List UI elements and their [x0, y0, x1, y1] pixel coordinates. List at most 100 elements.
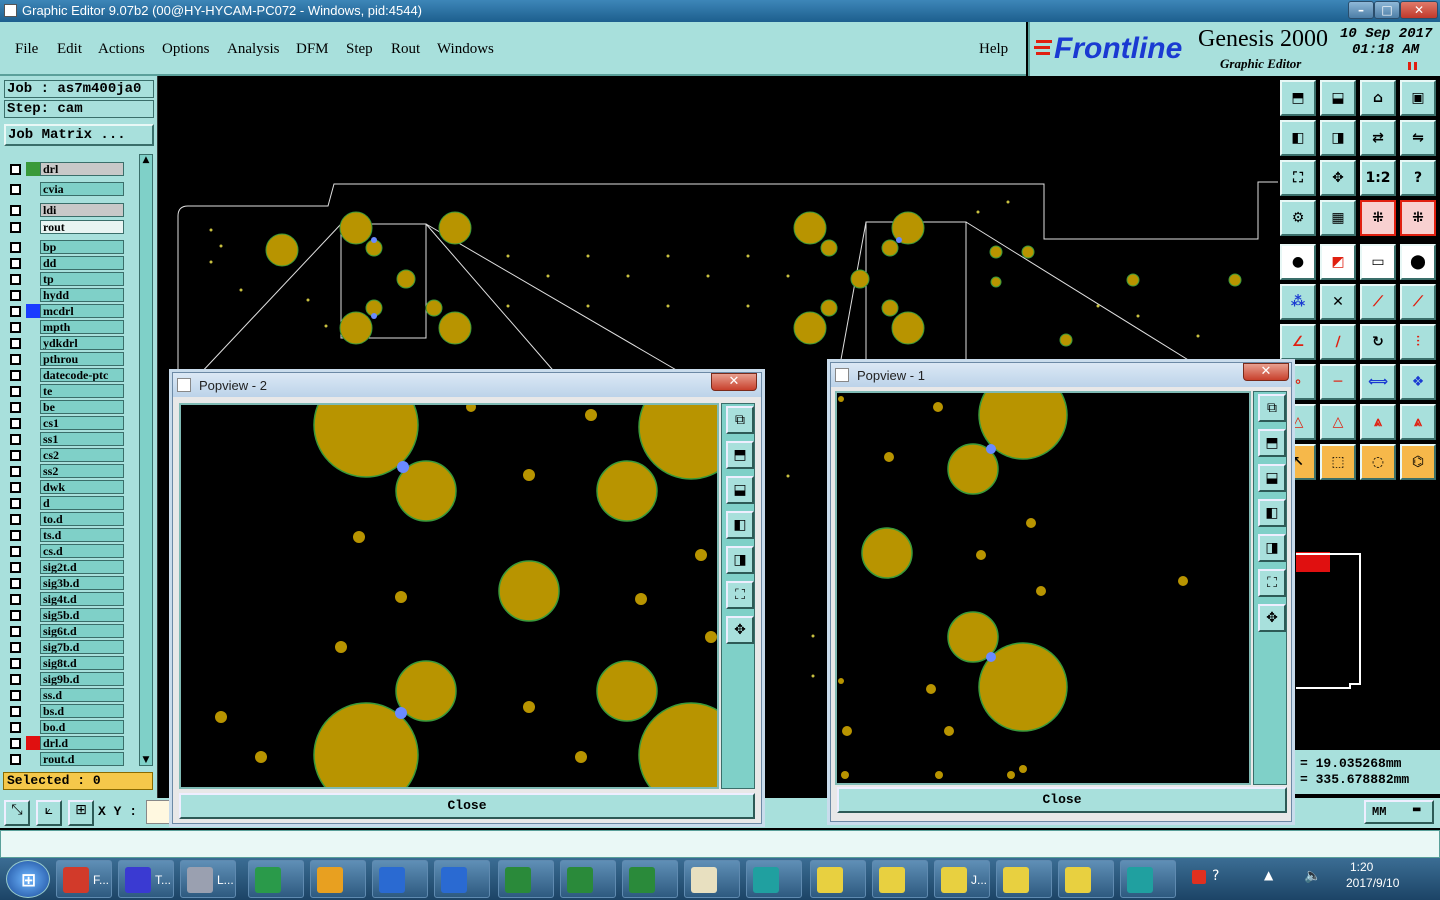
menu-help[interactable]: Help	[979, 41, 1008, 58]
menu-actions[interactable]: Actions	[98, 41, 145, 58]
clock-time[interactable]: 1:20	[1350, 860, 1373, 874]
popview-pan-down-icon[interactable]: ⬓	[726, 476, 754, 504]
layer-name[interactable]: bs.d	[40, 704, 124, 718]
layer-checkbox[interactable]	[10, 674, 21, 685]
grid-snap-icon[interactable]: ⊞	[68, 800, 94, 826]
layer-row-ldi[interactable]: ldi	[8, 203, 124, 217]
units-select[interactable]: MM ▬	[1364, 800, 1434, 824]
layer-row-sig3b-d[interactable]: sig3b.d	[8, 576, 124, 590]
pan-left-icon[interactable]: ◧	[1280, 120, 1316, 156]
layer-name[interactable]: pthrou	[40, 352, 124, 366]
overview-map[interactable]	[1290, 488, 1440, 750]
taskbar-item[interactable]	[622, 860, 678, 898]
dash-icon[interactable]: ─	[1320, 364, 1356, 400]
taskbar-item[interactable]	[684, 860, 740, 898]
taskbar-item[interactable]	[1120, 860, 1176, 898]
settings-icon[interactable]: ⚙	[1280, 200, 1316, 236]
fiducial-icon[interactable]: ⫶	[1400, 324, 1436, 360]
popview-pan-down-icon[interactable]: ⬓	[1258, 464, 1286, 492]
layer-name[interactable]: sig2t.d	[40, 560, 124, 574]
layer-row-datecode-ptc[interactable]: datecode-ptc	[8, 368, 124, 382]
maximize-button[interactable]: □	[1374, 1, 1400, 19]
layer-checkbox[interactable]	[10, 242, 21, 253]
layer-checkbox[interactable]	[10, 466, 21, 477]
layer-row-bs-d[interactable]: bs.d	[8, 704, 124, 718]
taskbar-item[interactable]	[372, 860, 428, 898]
layer-row-sig4t-d[interactable]: sig4t.d	[8, 592, 124, 606]
zoom-center-icon[interactable]: ✥	[1320, 160, 1356, 196]
layer-name[interactable]: ldi	[40, 203, 124, 217]
job-matrix-button[interactable]: Job Matrix ...	[4, 124, 154, 146]
layer-name[interactable]: sig5b.d	[40, 608, 124, 622]
layer-color-swatch[interactable]	[26, 304, 40, 318]
layer-name[interactable]: bp	[40, 240, 124, 254]
layer-checkbox[interactable]	[10, 738, 21, 749]
popview-2-canvas[interactable]	[179, 372, 744, 808]
taskbar-item[interactable]: T...	[118, 860, 174, 898]
popview-zoom-window-icon[interactable]: ⧉	[1258, 394, 1286, 422]
layer-name[interactable]: ss1	[40, 432, 124, 446]
select-net-icon[interactable]: ⌬	[1400, 444, 1436, 480]
menu-dfm[interactable]: DFM	[296, 41, 329, 58]
menu-edit[interactable]: Edit	[57, 41, 82, 58]
layer-checkbox[interactable]	[10, 290, 21, 301]
popview-1-canvas[interactable]	[835, 370, 1251, 785]
help-button[interactable]: ?	[1400, 160, 1436, 196]
layer-row-rout[interactable]: rout	[8, 220, 124, 234]
home-icon[interactable]: ⌂	[1360, 80, 1396, 116]
menu-file[interactable]: File	[15, 41, 38, 58]
layer-row-cs-d[interactable]: cs.d	[8, 544, 124, 558]
pan-right-icon[interactable]: ◨	[1320, 120, 1356, 156]
cross-icon[interactable]: ✕	[1320, 284, 1356, 320]
menu-analysis[interactable]: Analysis	[227, 41, 280, 58]
open-step-icon[interactable]: ⬒	[1280, 80, 1316, 116]
snap-alt-icon[interactable]: ⁜	[1400, 200, 1436, 236]
popview-pan-up-icon[interactable]: ⬒	[726, 441, 754, 469]
layer-row-bo-d[interactable]: bo.d	[8, 720, 124, 734]
layer-checkbox[interactable]	[10, 482, 21, 493]
layer-checkbox[interactable]	[10, 322, 21, 333]
layer-row-d[interactable]: d	[8, 496, 124, 510]
taskbar-item[interactable]	[310, 860, 366, 898]
diagonal-icon[interactable]: ⤡	[4, 800, 30, 826]
popview-zoom-center-icon[interactable]: ✥	[1258, 604, 1286, 632]
layer-checkbox[interactable]	[10, 530, 21, 541]
arch-alt-icon[interactable]: ⩓	[1400, 404, 1436, 440]
taskbar-item[interactable]	[498, 860, 554, 898]
layer-checkbox[interactable]	[10, 658, 21, 669]
layer-name[interactable]: tp	[40, 272, 124, 286]
popview-zoom-fit-icon[interactable]: ⛶	[726, 581, 754, 609]
popview-pan-right-icon[interactable]: ◨	[1258, 534, 1286, 562]
layer-name[interactable]: d	[40, 496, 124, 510]
layer-row-ss-d[interactable]: ss.d	[8, 688, 124, 702]
taskbar-item[interactable]: L...	[180, 860, 236, 898]
rotate-icon[interactable]: ↻	[1360, 324, 1396, 360]
layer-name[interactable]: rout	[40, 220, 124, 234]
layer-row-drl-d[interactable]: drl.d	[8, 736, 124, 750]
layer-row-sig7b-d[interactable]: sig7b.d	[8, 640, 124, 654]
taskbar-item[interactable]	[560, 860, 616, 898]
layer-row-tp[interactable]: tp	[8, 272, 124, 286]
layer-checkbox[interactable]	[10, 626, 21, 637]
layer-checkbox[interactable]	[10, 610, 21, 621]
layer-name[interactable]: te	[40, 384, 124, 398]
layer-checkbox[interactable]	[10, 205, 21, 216]
layer-color-swatch[interactable]	[26, 736, 40, 750]
layer-row-mcdrl[interactable]: mcdrl	[8, 304, 124, 318]
layer-checkbox[interactable]	[10, 594, 21, 605]
layer-row-be[interactable]: be	[8, 400, 124, 414]
popview-pan-up-icon[interactable]: ⬒	[1258, 429, 1286, 457]
layer-name[interactable]: cs1	[40, 416, 124, 430]
layer-color-swatch[interactable]	[26, 162, 40, 176]
layer-name[interactable]: dd	[40, 256, 124, 270]
taskbar-item[interactable]	[746, 860, 802, 898]
scroll-up-icon[interactable]: ▲	[141, 155, 151, 165]
layer-name[interactable]: ts.d	[40, 528, 124, 542]
layer-name[interactable]: drl.d	[40, 736, 124, 750]
layer-checkbox[interactable]	[10, 274, 21, 285]
tray-expand-icon[interactable]: ▲	[1264, 868, 1273, 882]
layer-row-cvia[interactable]: cvia	[8, 182, 124, 196]
layer-name[interactable]: to.d	[40, 512, 124, 526]
layer-name[interactable]: cs.d	[40, 544, 124, 558]
layer-row-ydkdrl[interactable]: ydkdrl	[8, 336, 124, 350]
